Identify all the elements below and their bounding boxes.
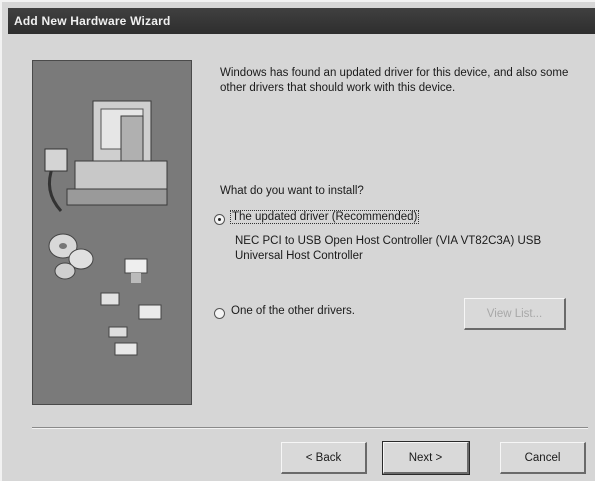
other-drivers-label[interactable]: One of the other drivers. (231, 304, 431, 319)
updated-driver-radio[interactable] (214, 214, 225, 225)
question-text: What do you want to install? (220, 185, 364, 197)
title-bar[interactable]: Add New Hardware Wizard (8, 8, 595, 34)
next-button[interactable]: Next > (382, 441, 470, 475)
view-list-button[interactable]: View List... (464, 298, 566, 330)
intro-text: Windows has found an updated driver for … (220, 67, 569, 94)
updated-driver-option[interactable]: The updated driver (Recommended) (229, 210, 491, 225)
back-button[interactable]: < Back (281, 442, 367, 474)
computer-illustration-icon (33, 61, 191, 404)
wizard-window: Add New Hardware Wizard Windows has foun… (0, 0, 595, 481)
other-drivers-radio[interactable] (214, 308, 225, 319)
wizard-side-illustration (32, 60, 192, 405)
updated-driver-label: The updated driver (Recommended) (229, 210, 420, 224)
device-name-text: NEC PCI to USB Open Host Controller (VIA… (235, 235, 542, 262)
footer-divider (32, 427, 588, 429)
cancel-button[interactable]: Cancel (500, 442, 586, 474)
